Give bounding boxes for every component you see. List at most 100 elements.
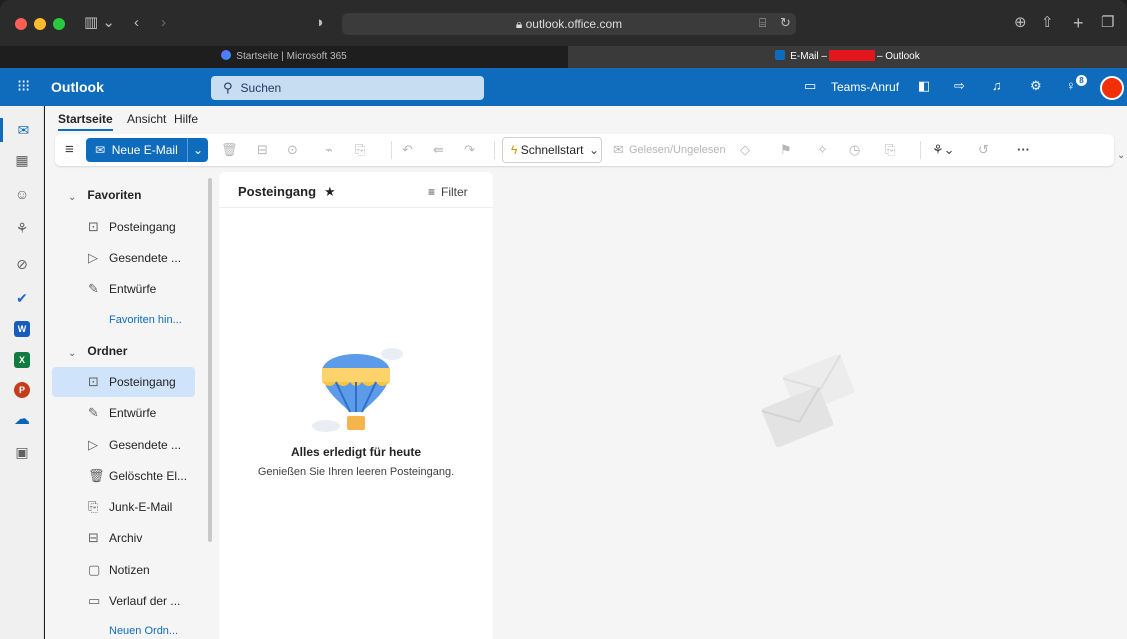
read-unread-button[interactable]: Gelesen/Ungelesen bbox=[629, 134, 726, 166]
tips-lightbulb-icon[interactable]: ♀ bbox=[1066, 78, 1076, 93]
tab-hilfe[interactable]: Hilfe bbox=[174, 112, 198, 126]
favorite-inbox[interactable]: ⊡ Posteingang bbox=[52, 212, 195, 242]
powerpoint-app-icon[interactable]: P bbox=[0, 377, 44, 401]
quick-steps-label: Schnellstart bbox=[520, 143, 584, 157]
favorite-drafts[interactable]: ✎ Entwürfe bbox=[52, 274, 195, 304]
zoom-window-button[interactable] bbox=[53, 18, 65, 30]
report-icon[interactable]: ⊙ bbox=[287, 134, 298, 166]
reply-icon[interactable]: ↶ bbox=[402, 134, 413, 166]
sweep-icon[interactable]: ⌁ bbox=[325, 134, 333, 166]
todo-app-icon[interactable]: ✔ bbox=[0, 286, 44, 310]
groups-app-icon[interactable]: ⚘ bbox=[0, 216, 44, 240]
privacy-shield-icon[interactable]: ◗ bbox=[316, 13, 325, 33]
sidebar-toggle-icon[interactable]: ▥ ⌄ bbox=[84, 13, 115, 33]
toolbar-divider bbox=[494, 141, 495, 159]
translate-icon[interactable]: ⌸ bbox=[759, 13, 766, 33]
app-launcher-icon[interactable]: ⁝⁝⁝ bbox=[17, 79, 30, 95]
tab-bar: Startseite | Microsoft 365 E-Mail – – Out… bbox=[0, 46, 1127, 68]
people-app-icon[interactable]: ☺ bbox=[0, 182, 44, 206]
mail-icon: ✉︎ bbox=[95, 143, 106, 157]
outlook-app-icon[interactable]: ◧ bbox=[918, 78, 930, 94]
filter-label: Filter bbox=[441, 185, 468, 199]
onedrive-app-icon[interactable]: ☁ bbox=[0, 408, 44, 432]
settings-gear-icon[interactable]: ⚙ bbox=[1030, 78, 1042, 94]
reload-icon[interactable]: ↻ bbox=[780, 13, 791, 33]
search-icon: ⚲ bbox=[223, 80, 233, 95]
pin-icon[interactable]: ✧ bbox=[817, 134, 828, 166]
flag-icon[interactable]: ⚑ bbox=[780, 134, 792, 166]
hamburger-menu-icon[interactable]: ≡ bbox=[65, 134, 74, 166]
forward-icon[interactable]: › bbox=[161, 13, 166, 33]
toolbar-divider bbox=[391, 141, 392, 159]
calendar-app-icon[interactable]: ▦ bbox=[0, 148, 44, 172]
chevron-down-icon[interactable]: ⌄ bbox=[589, 138, 599, 162]
favorite-sent[interactable]: ▷ Gesendete ... bbox=[52, 243, 195, 273]
filter-button[interactable]: ≡ Filter bbox=[428, 185, 468, 199]
divider bbox=[219, 207, 493, 208]
tab-overview-icon[interactable]: ❐ bbox=[1101, 13, 1114, 33]
tab-outlook[interactable]: E-Mail – – Outlook bbox=[568, 46, 1127, 68]
folder-notes[interactable]: ▢ Notizen bbox=[52, 555, 195, 585]
browser-toolbar: ▥ ⌄ ‹ › ◗ 🔒︎ outlook.office.com ⌸ ↻ ⊕ ⇧ … bbox=[0, 0, 1127, 46]
tab-ansicht[interactable]: Ansicht bbox=[127, 112, 166, 126]
back-icon[interactable]: ‹ bbox=[134, 13, 139, 33]
archive-icon[interactable]: ⊟ bbox=[257, 134, 268, 166]
mail-app-icon[interactable]: ✉ bbox=[0, 118, 44, 142]
folder-scrollbar[interactable] bbox=[208, 178, 212, 542]
downloads-icon[interactable]: ⊕ bbox=[1014, 13, 1027, 33]
folder-history[interactable]: ▭ Verlauf der ... bbox=[52, 586, 195, 616]
tag-icon[interactable]: ◇ bbox=[740, 134, 750, 166]
new-tab-icon[interactable]: + bbox=[1073, 13, 1084, 33]
word-app-icon[interactable]: W bbox=[0, 316, 44, 340]
groups-icon[interactable]: ⚘⌄ bbox=[932, 134, 955, 166]
favorites-header[interactable]: ⌄ Favoriten bbox=[68, 188, 141, 203]
new-mail-label: Neue E-Mail bbox=[111, 143, 178, 157]
rules-icon[interactable]: ⎘ bbox=[885, 134, 895, 166]
folders-header[interactable]: ⌄ Ordner bbox=[68, 344, 127, 359]
undo-icon[interactable]: ↺ bbox=[978, 134, 989, 166]
address-bar[interactable]: 🔒︎ outlook.office.com bbox=[342, 13, 796, 35]
quick-steps-button[interactable]: ϟ Schnellstart ⌄ bbox=[502, 137, 602, 163]
more-apps-icon[interactable]: ▣ bbox=[0, 440, 44, 464]
folder-drafts[interactable]: ✎ Entwürfe bbox=[52, 398, 195, 428]
folder-inbox[interactable]: ⊡ Posteingang bbox=[52, 367, 195, 397]
my-day-icon[interactable]: ⇨ bbox=[954, 78, 965, 94]
new-mail-dropdown-icon[interactable]: ⌄ bbox=[187, 138, 208, 162]
tab-startseite[interactable]: Startseite bbox=[58, 112, 113, 131]
outlook-header: ⁝⁝⁝ Outlook ⚲ Suchen ▭ Teams-Anruf ◧ ⇨ ♫ … bbox=[0, 68, 1127, 106]
folder-sent[interactable]: ▷ Gesendete ... bbox=[52, 430, 195, 460]
folder-archive[interactable]: ⊟ Archiv bbox=[52, 523, 195, 553]
new-mail-button[interactable]: ✉︎ Neue E-Mail ⌄ bbox=[86, 138, 208, 162]
tab-label-suffix: – Outlook bbox=[876, 51, 920, 62]
excel-app-icon[interactable]: X bbox=[0, 347, 44, 371]
tab-label: Startseite | Microsoft 365 bbox=[236, 51, 347, 62]
snooze-icon[interactable]: ◷ bbox=[849, 134, 860, 166]
read-unread-icon: ✉︎ bbox=[613, 142, 624, 157]
more-options-button[interactable]: ··· bbox=[1017, 134, 1030, 166]
ribbon-expand-icon[interactable]: ⌄ bbox=[1117, 150, 1125, 161]
empty-state-title: Alles erledigt für heute bbox=[290, 445, 422, 459]
filter-icon: ≡ bbox=[428, 185, 436, 199]
notifications-icon[interactable]: ♫ bbox=[992, 78, 1002, 93]
reply-all-icon[interactable]: ⇚ bbox=[433, 134, 444, 166]
minimize-window-button[interactable] bbox=[34, 18, 46, 30]
add-favorite-link[interactable]: Favoriten hin... bbox=[109, 314, 182, 326]
favorite-star-icon[interactable]: ★ bbox=[324, 184, 336, 199]
tab-microsoft-365[interactable]: Startseite | Microsoft 365 bbox=[0, 46, 568, 68]
delete-icon[interactable]: 🗑︎ bbox=[221, 134, 238, 166]
new-folder-link[interactable]: Neuen Ordn... bbox=[109, 625, 178, 637]
app-name[interactable]: Outlook bbox=[51, 79, 104, 95]
share-icon[interactable]: ⇧ bbox=[1041, 13, 1054, 33]
folder-deleted[interactable]: 🗑︎ Gelöschte El... bbox=[52, 461, 195, 491]
teams-call-button[interactable]: Teams-Anruf bbox=[831, 80, 899, 94]
forward-mail-icon[interactable]: ↷ bbox=[464, 134, 475, 166]
attachments-app-icon[interactable]: ⊘ bbox=[0, 252, 44, 276]
close-window-button[interactable] bbox=[15, 18, 27, 30]
folder-junk[interactable]: ⎘ Junk-E-Mail bbox=[52, 492, 195, 522]
move-to-icon[interactable]: ⎘ bbox=[355, 134, 365, 166]
search-input[interactable]: ⚲ Suchen bbox=[211, 76, 484, 100]
folder-label: Verlauf der ... bbox=[109, 594, 181, 608]
notification-count-badge: 8 bbox=[1076, 75, 1087, 86]
folder-label: Gesendete ... bbox=[109, 251, 182, 265]
avatar[interactable] bbox=[1100, 76, 1124, 100]
